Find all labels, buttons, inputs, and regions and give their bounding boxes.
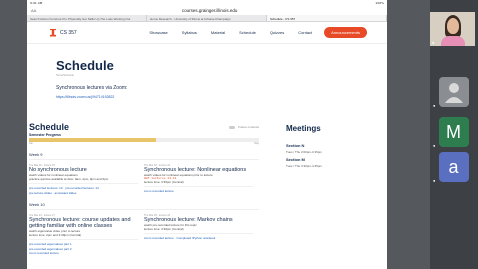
avatar-initial: a (448, 156, 459, 177)
progress-ticks: Jan May (29, 142, 259, 145)
lecture-time: lecture time: 3:30pm (Central) (144, 180, 184, 184)
progress-end: May (254, 142, 259, 145)
person-icon (444, 83, 463, 103)
future-contents-label: Future contents (238, 125, 259, 129)
section-name: Section M (286, 157, 305, 162)
divider (29, 209, 259, 210)
url-text[interactable]: courses.grainger.illinois.edu (36, 8, 383, 13)
lecture-link[interactable]: zoom recorded lecture (29, 251, 138, 256)
participant-tile[interactable]: a ● (431, 150, 476, 184)
avatar: M (438, 117, 469, 147)
mic-muted-icon: ● (433, 103, 436, 108)
divider (144, 186, 253, 187)
week-cards: Tue Mar 16 - lecture 15 No synchronous l… (29, 164, 259, 195)
site-nav: CS 357 Showcase Syllabus Material Schedu… (27, 22, 387, 44)
breadcrumb[interactable]: Home/Schedule (56, 74, 387, 77)
lecture-card: Thu Mar 25 - lecture 18 Synchronous lect… (144, 214, 259, 256)
course-name[interactable]: CS 357 (60, 30, 77, 36)
nav-link-contact[interactable]: Contact (298, 30, 312, 35)
meetings-panel: Meetings Section N Tues / Thu 2:00pm-3:1… (286, 124, 356, 168)
person-head (447, 18, 459, 34)
lecture-title: Synchronous lecture: course updates and … (29, 217, 131, 229)
avatar-initial: M (446, 121, 461, 142)
page-header: Schedule Home/Schedule Synchronous lectu… (27, 44, 387, 99)
nav-link-material[interactable]: Material (211, 30, 225, 35)
participant-tile[interactable]: M ● (431, 115, 476, 149)
mic-muted-icon: ● (433, 178, 436, 183)
status-battery: 100% (375, 1, 384, 5)
mic-icon: ● (432, 40, 435, 45)
browser-tab-active[interactable]: Schedule - CS 357 (267, 15, 387, 21)
toggle-switch-icon[interactable] (229, 125, 236, 129)
progress-label: Semester Progress (29, 133, 61, 137)
lecture-card: Tue Mar 23 - lecture 17 Synchronous lect… (29, 214, 144, 256)
section-name: Section N (286, 143, 305, 148)
mic-muted-icon: ● (433, 143, 436, 148)
section-time: Tues / Thu 3:30pm-4:45pm (286, 164, 323, 168)
semester-progress-bar (29, 138, 259, 142)
illinois-logo-icon[interactable] (50, 28, 56, 37)
schedule-section: Schedule Future contents Semester Progre… (29, 122, 259, 256)
progress-fill (29, 138, 156, 142)
week-label: Week 9 (29, 152, 43, 157)
status-time: 9:41 AM (30, 1, 43, 5)
lecture-card: Tue Mar 16 - lecture 15 No synchronous l… (29, 164, 144, 195)
divider (29, 239, 138, 240)
avatar: a (438, 152, 469, 182)
lecture-link[interactable]: pre-lecture slides · annotated slides (29, 191, 138, 196)
nav-link-showcase[interactable]: Showcase (149, 30, 167, 35)
nav-link-quizzes[interactable]: Quizzes (270, 30, 284, 35)
participant-tile[interactable]: ● (431, 75, 476, 109)
progress-start: Jan (29, 142, 34, 145)
divider (29, 183, 138, 184)
participant-video[interactable]: ● (430, 12, 475, 46)
week-cards: Tue Mar 23 - lecture 17 Synchronous lect… (29, 214, 259, 256)
zoom-window: 9:41 AM 100% AA courses.grainger.illinoi… (0, 0, 478, 269)
lecture-card: Thu Mar 18 - lecture 16 Synchronous lect… (144, 164, 259, 195)
nav-link-syllabus[interactable]: Syllabus (182, 30, 197, 35)
future-contents-toggle[interactable]: Future contents (229, 125, 259, 129)
lecture-link[interactable]: zoom recorded lecture (144, 189, 253, 194)
browser-tabs: Search Ashen Furniture Pro Physically Ge… (27, 15, 387, 22)
lecture-line: practice quizzes available at 2am, 9am, … (29, 177, 109, 181)
browser-tab[interactable]: Search Ashen Furniture Pro Physically Ge… (27, 15, 147, 21)
person-body (441, 36, 465, 46)
zoom-label: Synchronous lectures via Zoom: (56, 85, 128, 91)
lecture-line: lecture time: 3:30pm (Central) (144, 227, 184, 231)
page-title: Schedule (56, 58, 114, 73)
week-label: Week 10 (29, 202, 45, 207)
lecture-link[interactable]: zoom recorded lecture · Completed IPytho… (144, 236, 253, 241)
address-bar[interactable]: AA courses.grainger.illinois.edu (27, 5, 387, 15)
announcements-button[interactable]: Announcements (324, 27, 367, 38)
avatar (438, 77, 469, 107)
nav-link-schedule[interactable]: Schedule (239, 30, 256, 35)
zoom-link[interactable]: https://illinois.zoom.us/j/94714192822 (56, 95, 387, 99)
browser-tab[interactable]: Home Research - University of Illinois a… (147, 15, 267, 21)
schedule-heading: Schedule (29, 122, 70, 132)
divider (29, 159, 259, 160)
lecture-line: lecture time: 2pm and 3:30pm (Central) (29, 233, 82, 237)
meetings-heading: Meetings (286, 124, 321, 133)
divider (144, 233, 253, 234)
section-time: Tues / Thu 2:00pm-3:15pm (286, 150, 323, 154)
